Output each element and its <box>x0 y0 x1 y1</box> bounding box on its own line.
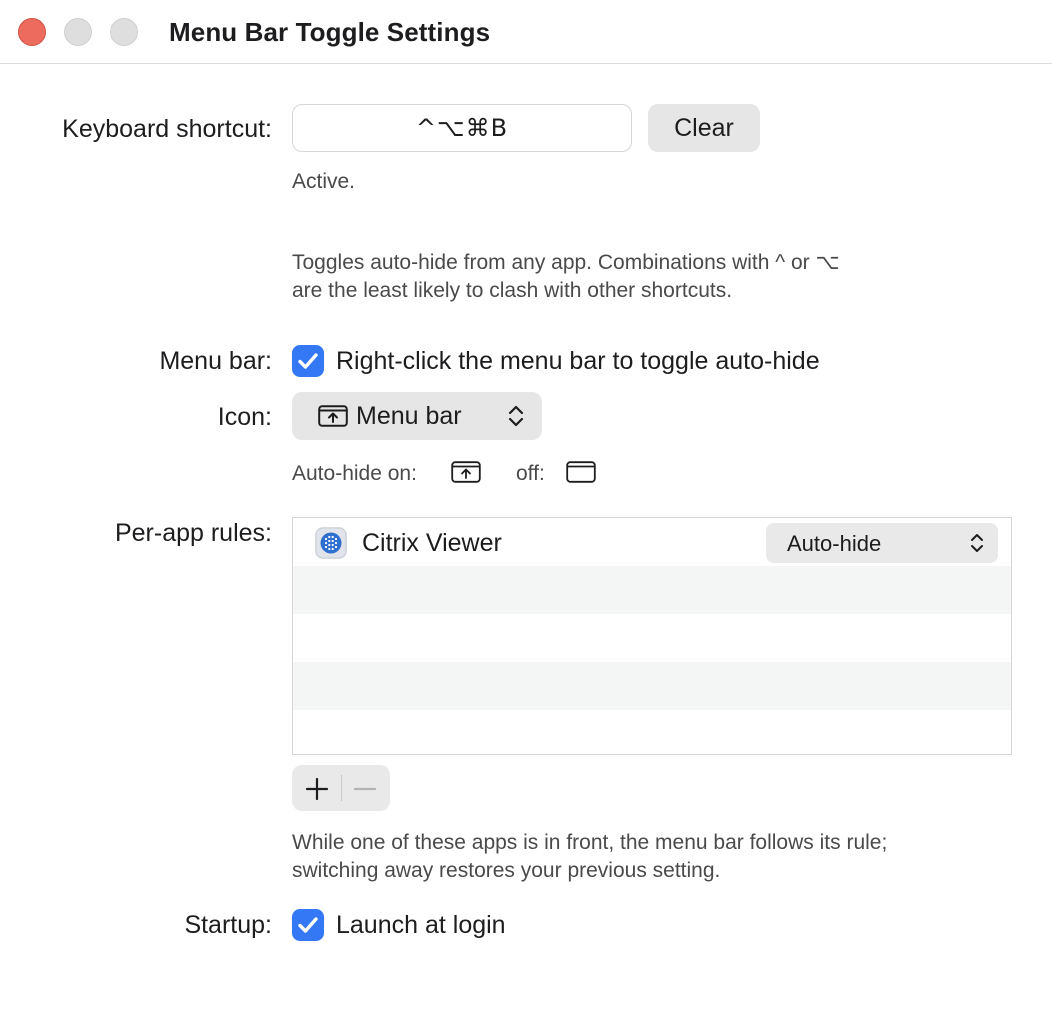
icon-style-popup[interactable]: Menu bar <box>292 392 542 440</box>
shortcut-status: Active. <box>292 170 356 193</box>
window-title: Menu Bar Toggle Settings <box>169 17 491 47</box>
citrix-viewer-app-icon <box>315 527 347 559</box>
icon-style-value: Menu bar <box>356 402 462 430</box>
menubar-label: Menu bar: <box>159 347 272 375</box>
chevron-up-down-icon <box>508 405 524 427</box>
legend-off-label: off: <box>516 462 545 485</box>
autohide-on-preview-icon <box>451 461 481 483</box>
per-app-rules-label: Per-app rules: <box>114 519 272 547</box>
icon-label: Icon: <box>217 403 272 431</box>
checkmark-icon <box>298 353 318 369</box>
rules-help-line-2: switching away restores your previous se… <box>292 859 721 882</box>
shortcut-help-line-2: are the least likely to clash with other… <box>292 279 733 302</box>
shortcut-recorder-field[interactable]: ^⌥⌘B <box>292 104 632 152</box>
launch-at-login-label[interactable]: Launch at login <box>336 911 506 940</box>
remove-rule-button[interactable] <box>352 776 378 802</box>
rules-help-line-1: While one of these apps is in front, the… <box>292 831 888 854</box>
shortcut-help-line-1: Toggles auto-hide from any app. Combinat… <box>292 251 840 274</box>
table-row-empty <box>293 710 1011 754</box>
settings-window: Menu Bar Toggle Settings Keyboard shortc… <box>0 0 1052 1024</box>
table-row-empty <box>293 566 1011 614</box>
zoom-button[interactable] <box>110 18 138 46</box>
title-bar: Menu Bar Toggle Settings <box>0 0 1052 64</box>
chevron-up-down-icon <box>971 534 983 552</box>
rule-popup[interactable]: Auto-hide <box>766 523 998 563</box>
per-app-rules-table: Citrix Viewer Auto-hide <box>292 517 1012 755</box>
app-name: Citrix Viewer <box>362 529 502 557</box>
launch-at-login-checkbox[interactable] <box>292 909 324 941</box>
table-row-empty <box>293 662 1011 710</box>
close-button[interactable] <box>18 18 46 46</box>
table-row-empty <box>293 614 1011 662</box>
startup-label: Startup: <box>184 911 272 939</box>
shortcut-label: Keyboard shortcut: <box>62 115 272 143</box>
add-rule-button[interactable] <box>304 776 330 802</box>
separator <box>341 775 342 801</box>
table-row[interactable]: Citrix Viewer Auto-hide <box>293 518 1011 566</box>
clear-button[interactable]: Clear <box>648 104 760 152</box>
right-click-toggle-checkbox[interactable] <box>292 345 324 377</box>
checkmark-icon <box>298 917 318 933</box>
autohide-off-preview-icon <box>566 461 596 483</box>
minimize-button[interactable] <box>64 18 92 46</box>
right-click-toggle-label[interactable]: Right-click the menu bar to toggle auto-… <box>336 347 820 376</box>
legend-on-label: Auto-hide on: <box>292 462 417 485</box>
add-remove-control <box>292 765 390 811</box>
menubar-autohide-on-icon <box>318 405 348 427</box>
rule-value: Auto-hide <box>787 531 882 556</box>
